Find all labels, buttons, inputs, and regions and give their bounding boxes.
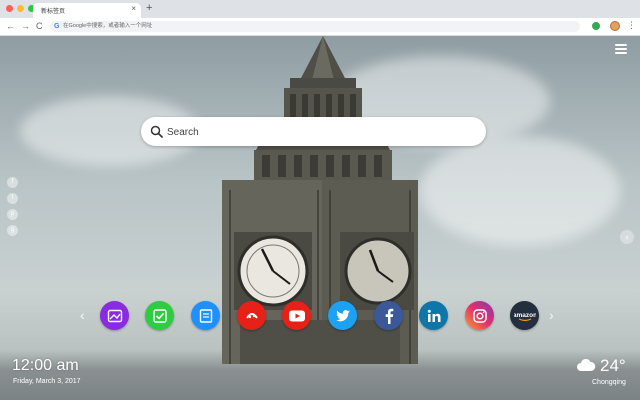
extension-icon[interactable] bbox=[592, 22, 600, 30]
tab-title: 新标签页 bbox=[41, 9, 66, 15]
app-linkedin[interactable] bbox=[419, 301, 448, 330]
address-bar[interactable]: G 在Google中搜索，或者输入一个网址 bbox=[50, 21, 580, 32]
back-button[interactable]: ← bbox=[6, 20, 15, 32]
minimize-window-button[interactable] bbox=[17, 5, 24, 12]
app-youtube[interactable] bbox=[282, 301, 311, 330]
window-controls bbox=[6, 5, 35, 12]
apps-prev-arrow[interactable]: ‹ bbox=[80, 307, 85, 323]
app-games[interactable] bbox=[237, 301, 266, 330]
cloud-icon[interactable] bbox=[576, 357, 596, 373]
apps-next-arrow[interactable]: › bbox=[549, 307, 554, 323]
close-tab-icon[interactable]: × bbox=[131, 5, 136, 13]
instagram-icon bbox=[472, 308, 487, 323]
background-wallpaper bbox=[0, 36, 640, 400]
app-todo[interactable] bbox=[145, 301, 174, 330]
facebook-share-icon[interactable]: f bbox=[7, 177, 18, 188]
search-box[interactable] bbox=[141, 117, 486, 146]
app-notes[interactable] bbox=[191, 301, 220, 330]
google-share-icon[interactable]: g bbox=[7, 225, 18, 236]
checkbox-icon bbox=[152, 308, 167, 323]
settings-menu-icon[interactable] bbox=[615, 44, 627, 56]
image-icon bbox=[107, 309, 122, 322]
pinterest-share-icon[interactable]: p bbox=[7, 209, 18, 220]
app-facebook[interactable] bbox=[374, 301, 403, 330]
side-panel-toggle[interactable]: ‹ bbox=[620, 230, 634, 244]
browser-toolbar: ← → C G 在Google中搜索，或者输入一个网址 bbox=[0, 18, 640, 36]
clock-tower-illustration bbox=[222, 36, 418, 364]
notepad-icon bbox=[199, 308, 212, 323]
weather-temperature: 24° bbox=[600, 356, 626, 375]
search-icon bbox=[150, 125, 163, 138]
weather-city: Chongqing bbox=[592, 379, 626, 386]
app-wallpaper[interactable] bbox=[100, 301, 129, 330]
forward-button[interactable]: → bbox=[21, 20, 30, 32]
clock-date: Friday, March 3, 2017 bbox=[13, 378, 81, 385]
clock-time: 12:00 am bbox=[12, 357, 79, 374]
youtube-icon bbox=[288, 310, 305, 321]
twitter-icon bbox=[335, 309, 350, 321]
gamepad-icon bbox=[245, 312, 258, 319]
svg-text:amazon: amazon bbox=[514, 312, 536, 319]
search-input[interactable] bbox=[165, 122, 469, 143]
profile-avatar[interactable] bbox=[610, 21, 620, 31]
tab-new-tab[interactable]: 新标签页 × bbox=[33, 3, 141, 18]
linkedin-icon bbox=[427, 309, 440, 322]
close-window-button[interactable] bbox=[6, 5, 13, 12]
app-amazon[interactable]: amazon bbox=[510, 301, 539, 330]
address-placeholder: 在Google中搜索，或者输入一个网址 bbox=[63, 23, 153, 29]
google-icon: G bbox=[54, 23, 60, 30]
facebook-icon bbox=[385, 308, 393, 324]
twitter-share-icon[interactable]: t bbox=[7, 193, 18, 204]
social-share-bar: f t p g bbox=[7, 177, 18, 236]
amazon-icon: amazon bbox=[514, 312, 536, 321]
app-instagram[interactable] bbox=[465, 301, 494, 330]
reload-button[interactable]: C bbox=[36, 20, 43, 32]
new-tab-button[interactable]: + bbox=[146, 3, 152, 14]
browser-menu-button[interactable]: ⋮ bbox=[627, 19, 636, 31]
tab-bar: 新标签页 × + bbox=[0, 0, 640, 18]
app-twitter[interactable] bbox=[328, 301, 357, 330]
